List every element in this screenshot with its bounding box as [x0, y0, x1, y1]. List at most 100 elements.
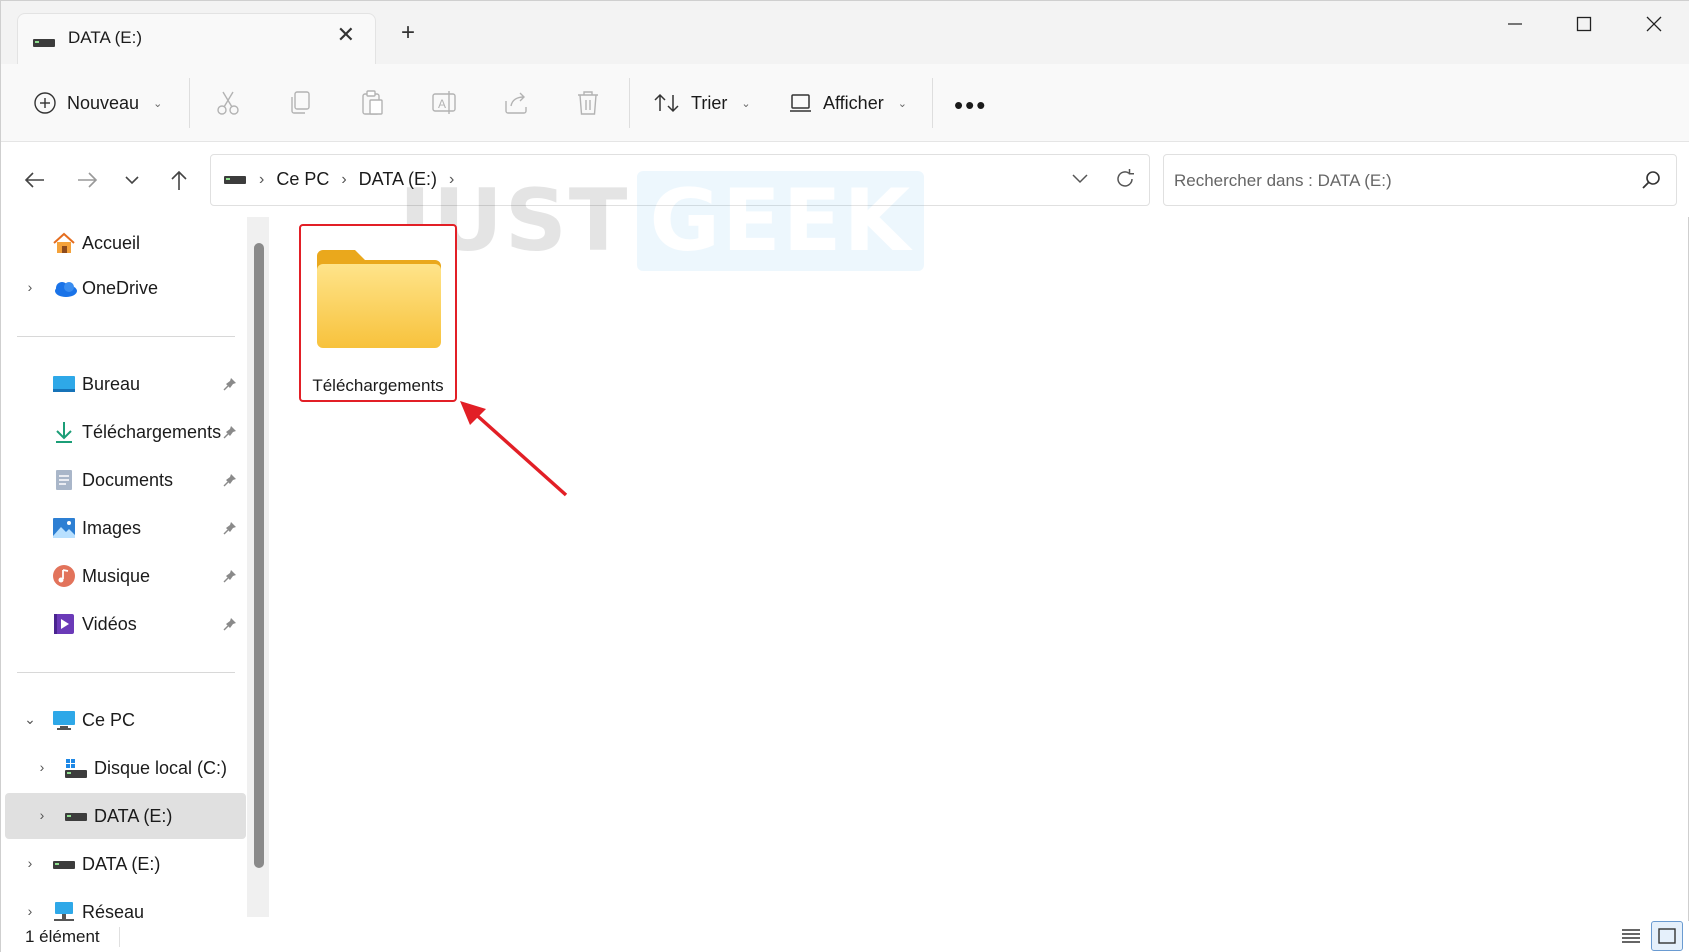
- drive-icon: [52, 852, 76, 876]
- pin-icon[interactable]: [223, 375, 237, 396]
- sidebar-item-label: Ce PC: [82, 710, 136, 730]
- refresh-icon[interactable]: [1113, 167, 1137, 196]
- chevron-right-icon[interactable]: ›: [23, 855, 37, 871]
- home-icon: [52, 231, 76, 255]
- sidebar-item-telechargements[interactable]: Téléchargements: [5, 409, 246, 455]
- sidebar-item-label: Téléchargements: [82, 422, 222, 442]
- sidebar-item-home[interactable]: Accueil: [5, 220, 246, 266]
- sidebar-item-documents[interactable]: Documents: [5, 457, 246, 503]
- sidebar-divider: [17, 672, 235, 673]
- drive-icon: [32, 35, 56, 53]
- rename-icon[interactable]: A: [430, 89, 458, 117]
- new-tab-button[interactable]: +: [401, 21, 415, 45]
- onedrive-icon: [52, 276, 77, 300]
- command-bar: Nouveau ⌄ A Trier ⌄ Afficher ⌄ •••: [1, 64, 1689, 142]
- pin-icon[interactable]: [223, 615, 237, 636]
- copy-icon[interactable]: [286, 89, 314, 117]
- view-button-label: Afficher: [823, 92, 884, 113]
- view-icon: [790, 94, 811, 112]
- sidebar-item-musique[interactable]: Musique: [5, 553, 246, 599]
- sidebar-item-data-e[interactable]: › DATA (E:): [5, 841, 246, 887]
- sort-button-label: Trier: [691, 92, 728, 113]
- tab-bar: DATA (E:) ✕ +: [1, 1, 1689, 64]
- folder-item[interactable]: Téléchargements: [299, 224, 457, 402]
- sidebar-item-data-e-selected[interactable]: › DATA (E:): [5, 793, 246, 839]
- share-icon[interactable]: [502, 89, 530, 117]
- sidebar-divider: [17, 336, 235, 337]
- new-button[interactable]: Nouveau ⌄: [33, 64, 162, 142]
- details-view-icon[interactable]: [1615, 921, 1647, 951]
- sidebar-item-label: DATA (E:): [94, 806, 173, 826]
- forward-icon[interactable]: [69, 162, 105, 198]
- address-history-icon[interactable]: [1069, 167, 1091, 194]
- chevron-right-icon[interactable]: ›: [23, 279, 37, 295]
- up-icon[interactable]: [161, 162, 197, 198]
- navigation-pane: Accueil › OneDrive Bureau Téléchargement…: [1, 217, 269, 921]
- item-count: 1 élément: [25, 927, 100, 946]
- sidebar-item-label: Réseau: [82, 902, 145, 921]
- delete-icon[interactable]: [574, 89, 602, 117]
- watermark-logo: JUST GEEK: [399, 171, 925, 271]
- close-icon[interactable]: [1624, 9, 1684, 39]
- sidebar-item-label: Disque local (C:): [94, 758, 228, 778]
- network-icon: [52, 900, 76, 921]
- pin-icon[interactable]: [223, 567, 237, 588]
- sidebar-item-onedrive[interactable]: › OneDrive: [5, 265, 246, 311]
- sidebar-item-label: Accueil: [82, 233, 141, 253]
- chevron-right-icon[interactable]: ›: [23, 903, 37, 919]
- back-icon[interactable]: [17, 162, 53, 198]
- sidebar-item-label: Bureau: [82, 374, 141, 394]
- breadcrumb-separator: ›: [341, 170, 347, 188]
- chevron-right-icon[interactable]: ›: [35, 759, 49, 775]
- videos-icon: [52, 612, 76, 636]
- large-icons-view-icon[interactable]: [1651, 921, 1683, 951]
- toolbar-divider: [932, 78, 933, 128]
- cut-icon[interactable]: [214, 89, 242, 117]
- more-options-icon[interactable]: •••: [954, 90, 987, 121]
- chevron-down-icon[interactable]: ⌄: [23, 711, 37, 728]
- search-input[interactable]: [1174, 167, 1614, 195]
- desktop-icon: [52, 372, 76, 396]
- music-icon: [52, 564, 76, 588]
- new-button-label: Nouveau: [67, 92, 140, 113]
- toolbar-divider: [189, 78, 190, 128]
- pin-icon[interactable]: [223, 423, 237, 444]
- sidebar-scrollbar-thumb[interactable]: [254, 243, 264, 868]
- tab-close-icon[interactable]: ✕: [337, 24, 355, 46]
- sidebar-item-label: OneDrive: [82, 278, 159, 298]
- breadcrumb-ce-pc[interactable]: Ce PC: [276, 169, 329, 190]
- sidebar-item-label: Musique: [82, 566, 151, 586]
- pin-icon[interactable]: [223, 519, 237, 540]
- toolbar-divider: [629, 78, 630, 128]
- tab-title: DATA (E:): [68, 28, 142, 47]
- sidebar-item-label: Vidéos: [82, 614, 137, 634]
- chevron-down-icon: ⌄: [153, 97, 163, 110]
- computer-icon: [52, 708, 76, 732]
- pictures-icon: [52, 516, 76, 540]
- sidebar-item-reseau[interactable]: › Réseau: [5, 889, 246, 921]
- folder-icon: [315, 248, 443, 357]
- sidebar-item-ce-pc[interactable]: ⌄ Ce PC: [5, 697, 246, 743]
- file-explorer-window: DATA (E:) ✕ + Nouveau ⌄ A Trier ⌄ Affich…: [0, 0, 1689, 952]
- maximize-icon[interactable]: [1554, 9, 1614, 39]
- search-box: [1163, 154, 1677, 206]
- folder-name: Téléchargements: [312, 376, 444, 395]
- sidebar-item-disque-c[interactable]: › Disque local (C:): [5, 745, 246, 791]
- search-icon[interactable]: [1640, 169, 1662, 196]
- svg-text:A: A: [438, 97, 446, 111]
- view-button[interactable]: Afficher ⌄: [789, 64, 907, 142]
- sidebar-item-bureau[interactable]: Bureau: [5, 361, 246, 407]
- chevron-down-icon: ⌄: [741, 97, 751, 110]
- chevron-right-icon[interactable]: ›: [35, 807, 49, 823]
- sort-button[interactable]: Trier ⌄: [653, 64, 751, 142]
- sort-icon: [654, 93, 679, 113]
- minimize-icon[interactable]: [1485, 9, 1545, 39]
- paste-icon[interactable]: [358, 89, 386, 117]
- chevron-down-icon: ⌄: [897, 97, 907, 110]
- sidebar-item-images[interactable]: Images: [5, 505, 246, 551]
- tab-data-e[interactable]: DATA (E:) ✕: [17, 13, 376, 64]
- recent-locations-icon[interactable]: [114, 162, 150, 198]
- pin-icon[interactable]: [223, 471, 237, 492]
- drive-icon: [224, 175, 246, 184]
- sidebar-item-videos[interactable]: Vidéos: [5, 601, 246, 647]
